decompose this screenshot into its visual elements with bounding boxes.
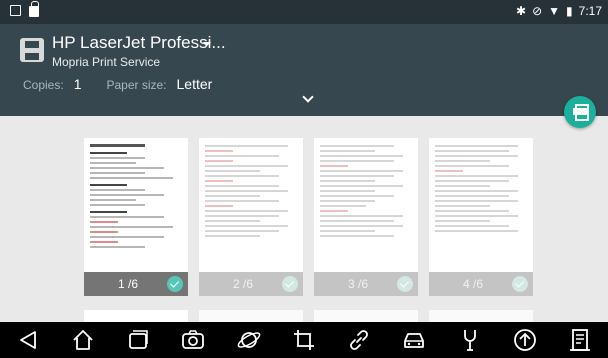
page-number: 2 /6 xyxy=(232,277,253,291)
page-content xyxy=(429,138,533,272)
copies-value: 1 xyxy=(73,76,82,92)
back-icon[interactable] xyxy=(13,325,43,355)
next-row-page-peek xyxy=(199,310,303,322)
checkmark-icon[interactable] xyxy=(397,276,413,292)
print-options-summary[interactable]: Copies: 1 Paper size: Letter xyxy=(23,76,237,92)
page-thumbnail-1[interactable]: 1 /6 xyxy=(84,138,188,296)
page-number: 1 /6 xyxy=(117,277,138,291)
paper-size-label: Paper size: xyxy=(106,78,167,92)
wifi-icon: ▼ xyxy=(548,4,561,18)
car-icon[interactable] xyxy=(399,325,429,355)
printer-icon xyxy=(20,38,44,62)
chevron-down-icon[interactable] xyxy=(302,91,314,103)
page-content xyxy=(314,138,418,272)
status-bar: ✱ ⊘ ▼ ▮ 7:17 xyxy=(0,0,608,24)
page-number: 3 /6 xyxy=(347,277,368,291)
printer-name[interactable]: HP LaserJet Professi... xyxy=(52,33,226,53)
camera-icon[interactable] xyxy=(178,325,208,355)
checkmark-icon[interactable] xyxy=(512,276,528,292)
report-icon[interactable] xyxy=(565,325,595,355)
page-number: 4 /6 xyxy=(462,277,483,291)
dropdown-arrow-icon[interactable] xyxy=(203,42,211,46)
clock: 7:17 xyxy=(578,4,602,18)
recent-apps-icon[interactable] xyxy=(123,325,153,355)
paper-size-value: Letter xyxy=(176,76,213,92)
crop-icon[interactable] xyxy=(289,325,319,355)
bluetooth-icon: ✱ xyxy=(516,4,527,18)
print-service-label: Mopria Print Service xyxy=(52,55,161,69)
page-preview-list: 1 /6 2 /6 3 /6 4 /6 xyxy=(0,116,608,322)
page-content xyxy=(84,138,188,272)
gallery-notification-icon xyxy=(10,5,21,16)
copies-label: Copies: xyxy=(23,78,64,92)
page-content xyxy=(199,138,303,272)
upload-icon[interactable] xyxy=(510,325,540,355)
browser-icon[interactable] xyxy=(234,325,264,355)
battery-icon: ▮ xyxy=(566,4,573,18)
lock-icon xyxy=(29,1,39,17)
next-row-page-peek xyxy=(429,310,533,322)
next-row-page-peek xyxy=(314,310,418,322)
print-header: HP LaserJet Professi... Mopria Print Ser… xyxy=(0,24,608,116)
link-icon[interactable] xyxy=(344,325,374,355)
do-not-disturb-icon: ⊘ xyxy=(532,4,543,18)
page-thumbnail-2[interactable]: 2 /6 xyxy=(199,138,303,296)
checkmark-icon[interactable] xyxy=(282,276,298,292)
tools-icon[interactable] xyxy=(455,325,485,355)
next-row-page-peek xyxy=(84,310,188,322)
checkmark-icon[interactable] xyxy=(167,276,183,292)
home-icon[interactable] xyxy=(68,325,98,355)
navigation-bar xyxy=(0,322,608,358)
page-thumbnail-3[interactable]: 3 /6 xyxy=(314,138,418,296)
page-thumbnail-4[interactable]: 4 /6 xyxy=(429,138,533,296)
